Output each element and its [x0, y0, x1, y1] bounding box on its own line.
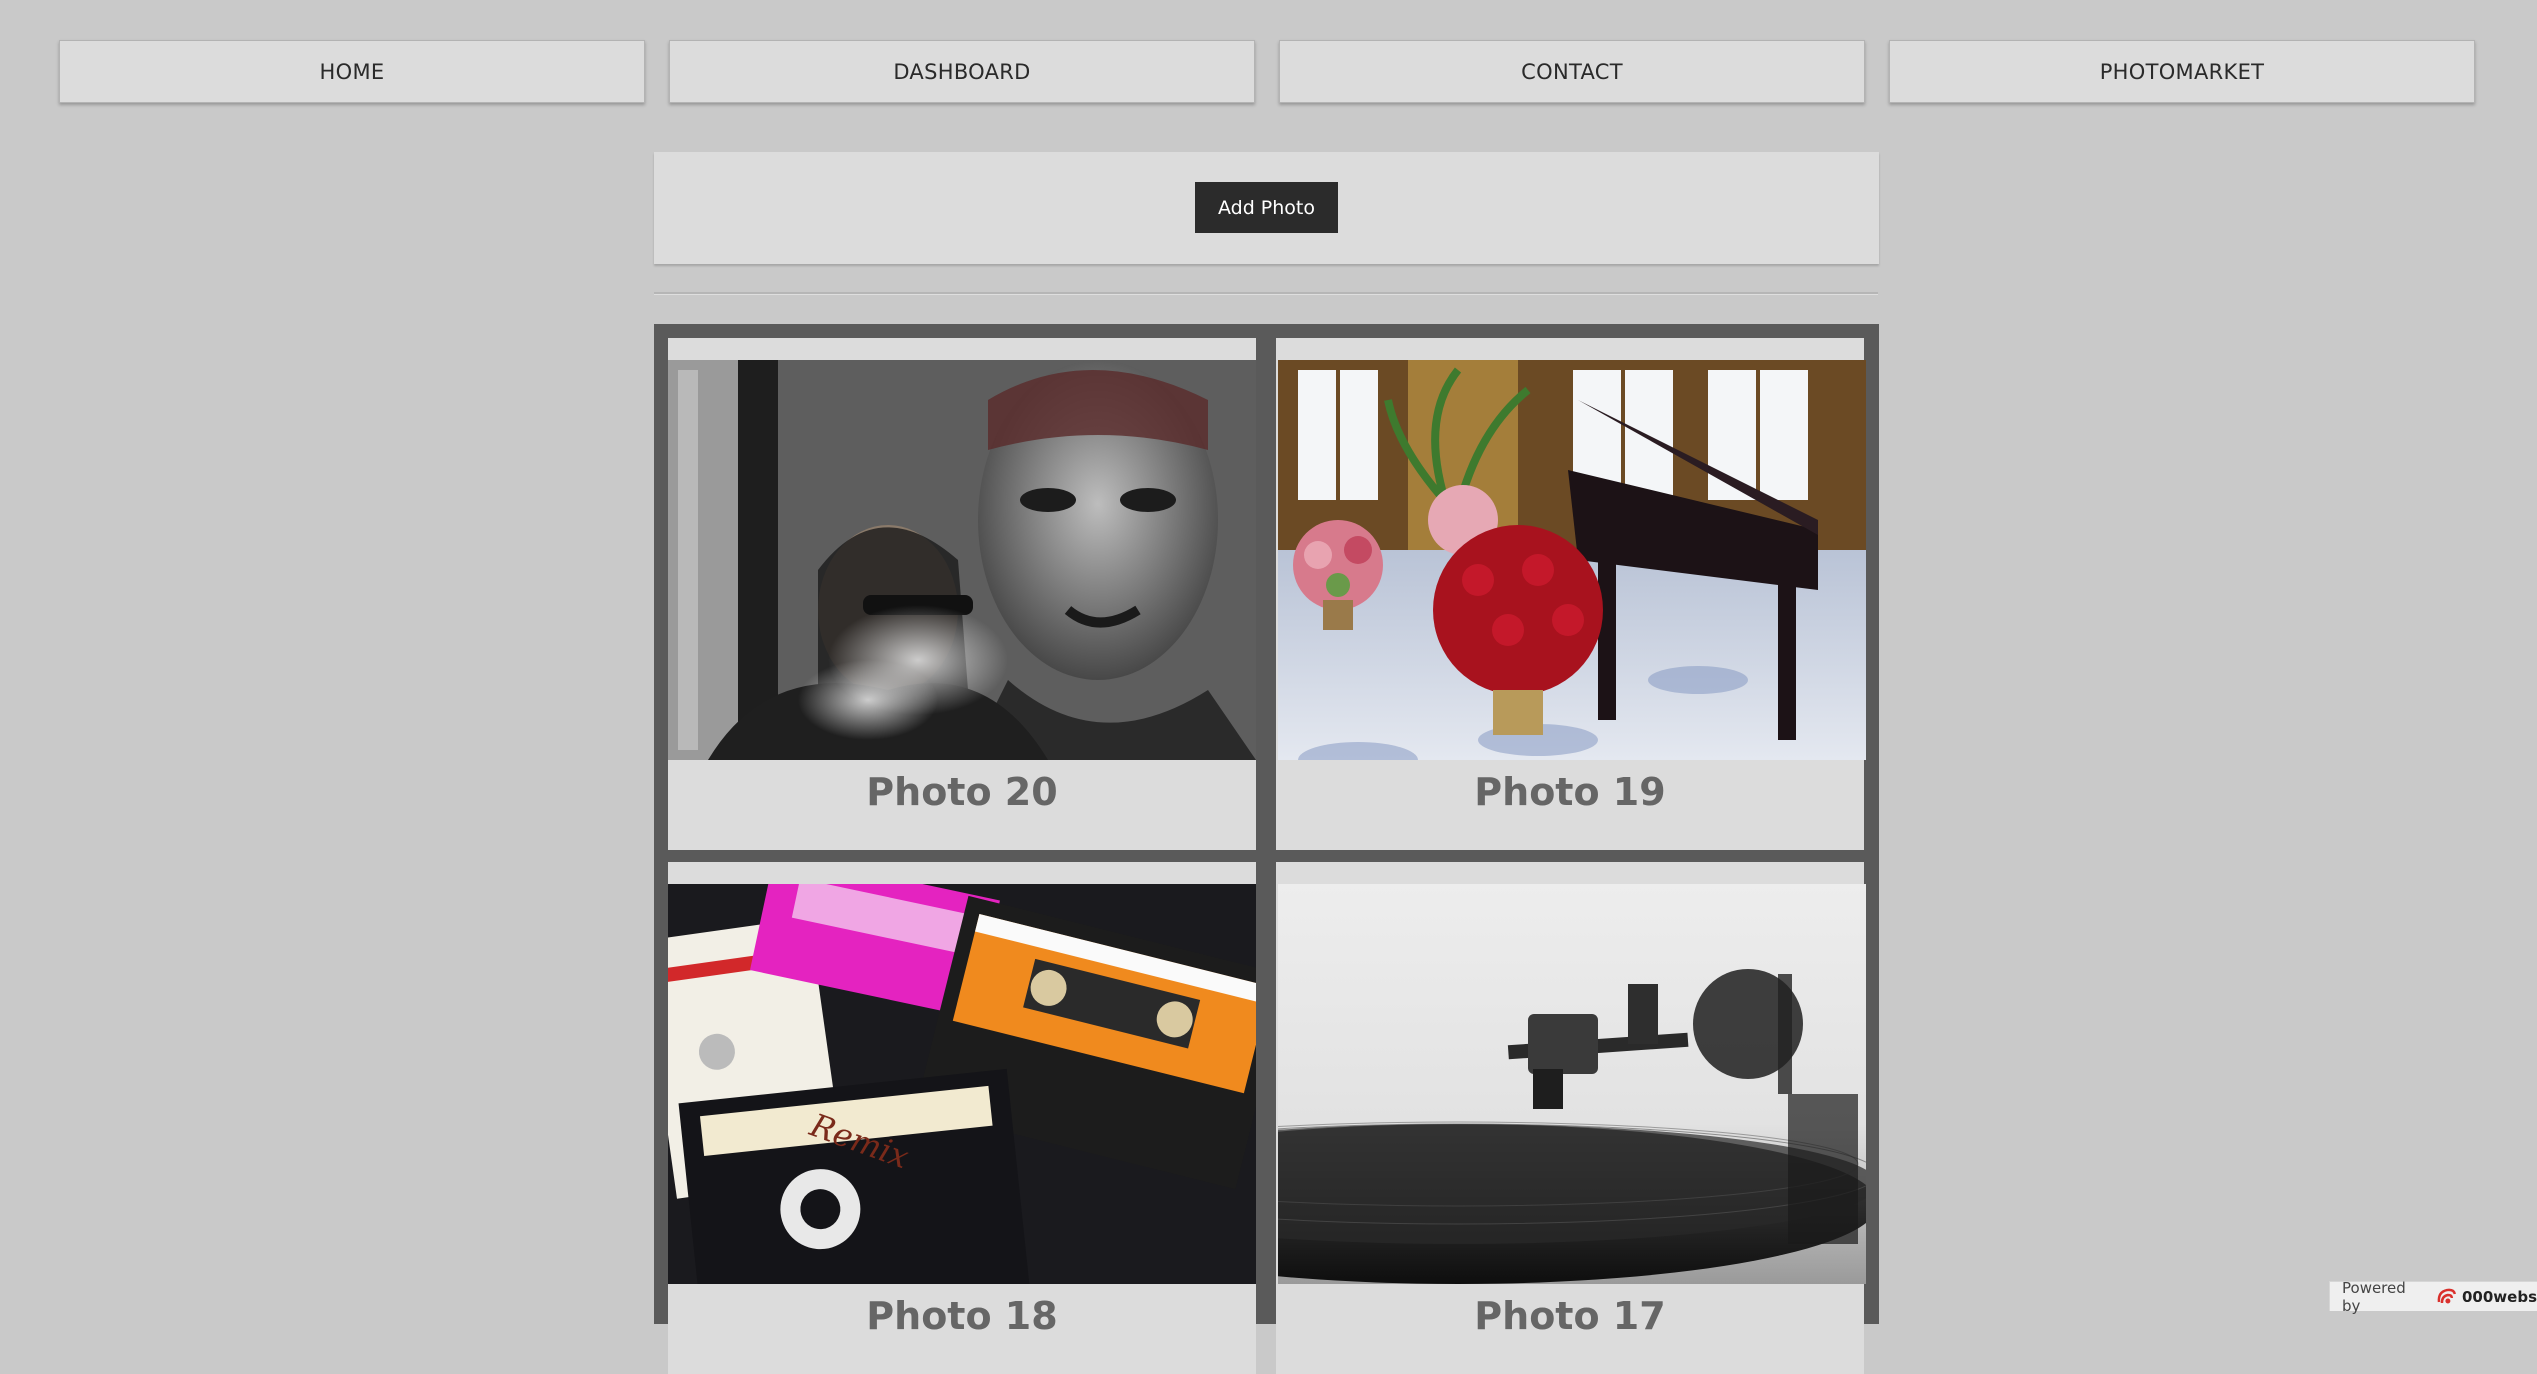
photo-image[interactable]	[668, 360, 1256, 760]
nav-photomarket-button[interactable]: PHOTOMARKET	[1889, 40, 2475, 103]
nav-contact-button[interactable]: CONTACT	[1279, 40, 1865, 103]
photo-title: Photo 18	[668, 1294, 1256, 1338]
add-photo-panel: Add Photo	[654, 152, 1879, 264]
photo-18-image: Remix	[668, 884, 1256, 1284]
powered-by-text: Powered by	[2342, 1279, 2428, 1315]
main-navigation: HOME DASHBOARD CONTACT PHOTOMARKET	[59, 40, 2475, 103]
photo-title: Photo 17	[1276, 1294, 1864, 1338]
photo-17-image	[1278, 884, 1866, 1284]
photo-card[interactable]: Photo 20	[668, 338, 1256, 850]
add-photo-button[interactable]: Add Photo	[1195, 182, 1338, 233]
nav-photomarket-label: PHOTOMARKET	[2100, 60, 2265, 84]
photo-image[interactable]	[1278, 884, 1866, 1284]
photo-image[interactable]	[1278, 360, 1866, 760]
brand-name: 000webs	[2462, 1288, 2537, 1306]
photo-title: Photo 19	[1276, 770, 1864, 814]
nav-contact-label: CONTACT	[1521, 60, 1623, 84]
photo-card[interactable]: Remix Photo 18	[668, 862, 1256, 1374]
photo-card[interactable]: Photo 17	[1276, 862, 1864, 1374]
photo-card[interactable]: Photo 19	[1276, 338, 1864, 850]
nav-dashboard-label: DASHBOARD	[893, 60, 1030, 84]
photo-image[interactable]: Remix	[668, 884, 1256, 1284]
powered-by-badge[interactable]: Powered by 000webs	[2329, 1281, 2537, 1311]
nav-dashboard-button[interactable]: DASHBOARD	[669, 40, 1255, 103]
nav-home-label: HOME	[320, 60, 385, 84]
section-divider	[654, 292, 1878, 295]
000webhost-logo-icon	[2436, 1286, 2458, 1308]
photo-title: Photo 20	[668, 770, 1256, 814]
photo-19-image	[1278, 360, 1866, 760]
nav-home-button[interactable]: HOME	[59, 40, 645, 103]
photo-20-image	[668, 360, 1256, 760]
photo-gallery: Photo 20	[654, 324, 1879, 1324]
